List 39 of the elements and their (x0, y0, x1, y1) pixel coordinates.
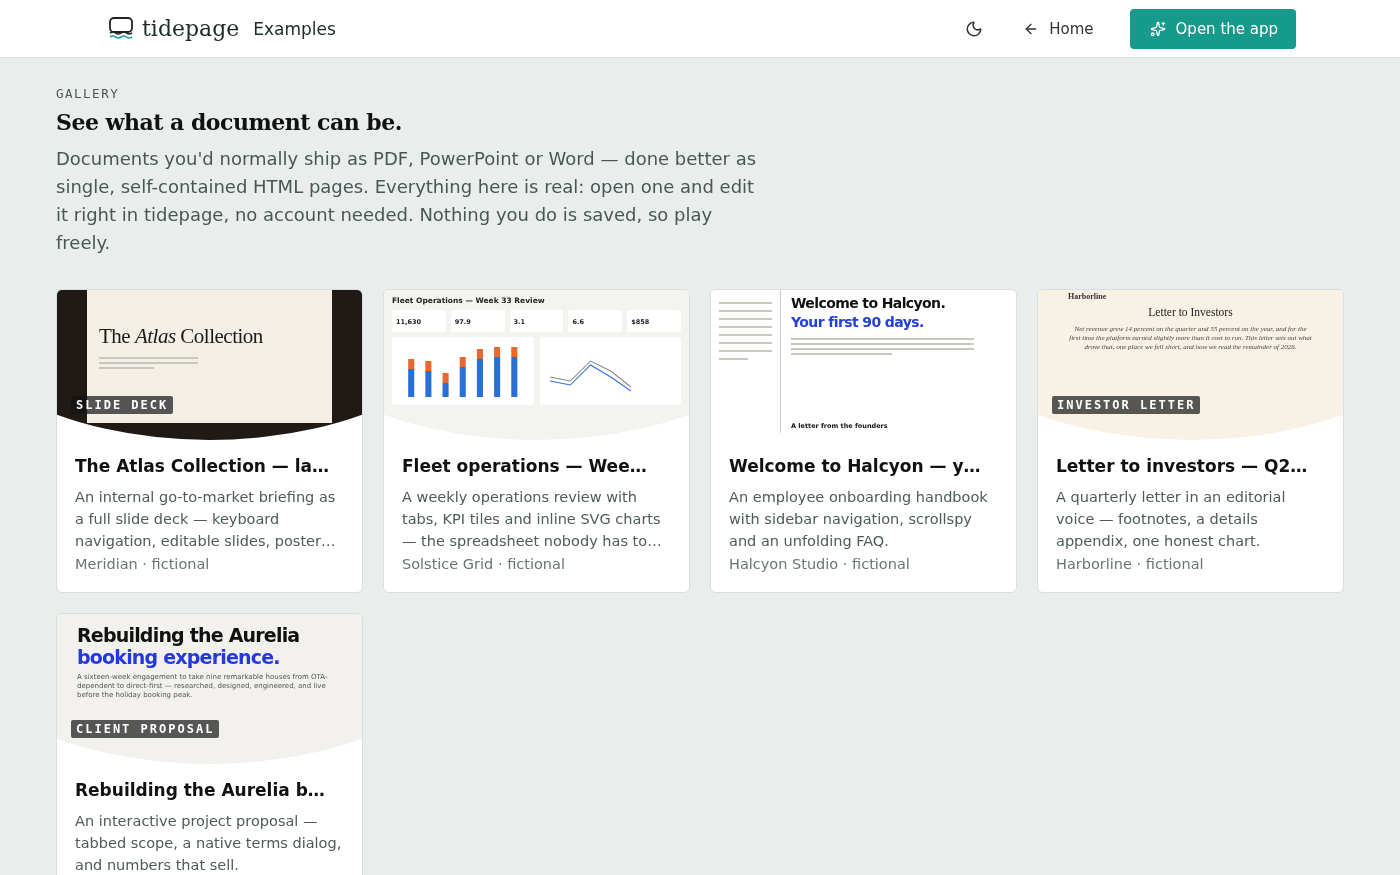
card-meta: Meridian · fictional (75, 556, 211, 572)
example-card[interactable] (710, 289, 1017, 593)
example-card[interactable] (56, 613, 363, 875)
card-meta: Solstice Grid · fictional (402, 556, 566, 572)
card-title: Letter to investors — Q2… (1056, 455, 1309, 478)
document-type-label: CLIENT PROPOSAL (71, 720, 220, 738)
letter-headline: Letter to Investors (1148, 306, 1233, 318)
eyebrow-label: GALLERY (56, 86, 121, 101)
example-card[interactable] (383, 289, 690, 593)
logo-icon (108, 16, 134, 41)
proposal-headline: Rebuilding the Aurelia (77, 624, 301, 646)
slide-headline: The Atlas Collection (99, 324, 264, 349)
card-title: Rebuilding the Aurelia b… (75, 779, 326, 802)
handbook-headline: Welcome to Halcyon. (791, 296, 947, 311)
example-card[interactable]: The Atlas Collection SLIDE DECK The Atlas Collection — la… An internal go-to-market briefing as a full slide deck — keyboard navigation, editable slides, poster… Meridian · fictional (56, 289, 363, 593)
handbook-subhead: Your first 90 days. (791, 315, 925, 330)
card-description: An internal go-to-market briefing as a full slide deck — keyboard navigation, editable slides, poster… (75, 488, 337, 551)
card-description: A weekly operations review with tabs, KPI tiles and inline SVG charts — the spreadsheet nobody has to… (402, 488, 663, 551)
card-description: An employee onboarding handbook with sidebar navigation, scrollspy and an unfolding FAQ. (729, 488, 989, 551)
sparkles-icon (1149, 20, 1166, 37)
proposal-subhead: booking experience. (77, 646, 281, 668)
card-title: Welcome to Halcyon — y… (729, 455, 982, 478)
card-description: An interactive project proposal — tabbed scope, a native terms dialog, and numbers that sell. (75, 812, 343, 875)
card-meta: Halcyon Studio · fictional (729, 556, 911, 572)
example-card[interactable] (1037, 289, 1344, 593)
page-title: See what a document can be. (56, 109, 403, 135)
card-title: Fleet operations — Wee… (402, 455, 648, 478)
card-meta: Harborline · fictional (1056, 556, 1205, 572)
card-description: A quarterly letter in an editorial voice — footnotes, a details appendix, one honest chart. (1056, 488, 1287, 551)
brand-name: Harborline (1068, 292, 1107, 301)
document-type-label: INVESTOR LETTER (1052, 396, 1201, 414)
home-link[interactable]: Home (1015, 13, 1102, 44)
moon-icon (965, 19, 984, 38)
intro-paragraph: Documents you'd normally ship as PDF, PowerPoint or Word — done better as single, self-contained HTML pages. Everything here is real: open one and edit it right in tidepage, no account needed. Nothing you do is saved, so play freely. (56, 147, 758, 255)
section-title: Examples (253, 18, 336, 39)
logo-text: tidepage (142, 16, 240, 41)
text-lines-drawing (719, 302, 772, 360)
card-title: The Atlas Collection — la… (75, 455, 331, 478)
document-type-label: SLIDE DECK (71, 396, 174, 414)
